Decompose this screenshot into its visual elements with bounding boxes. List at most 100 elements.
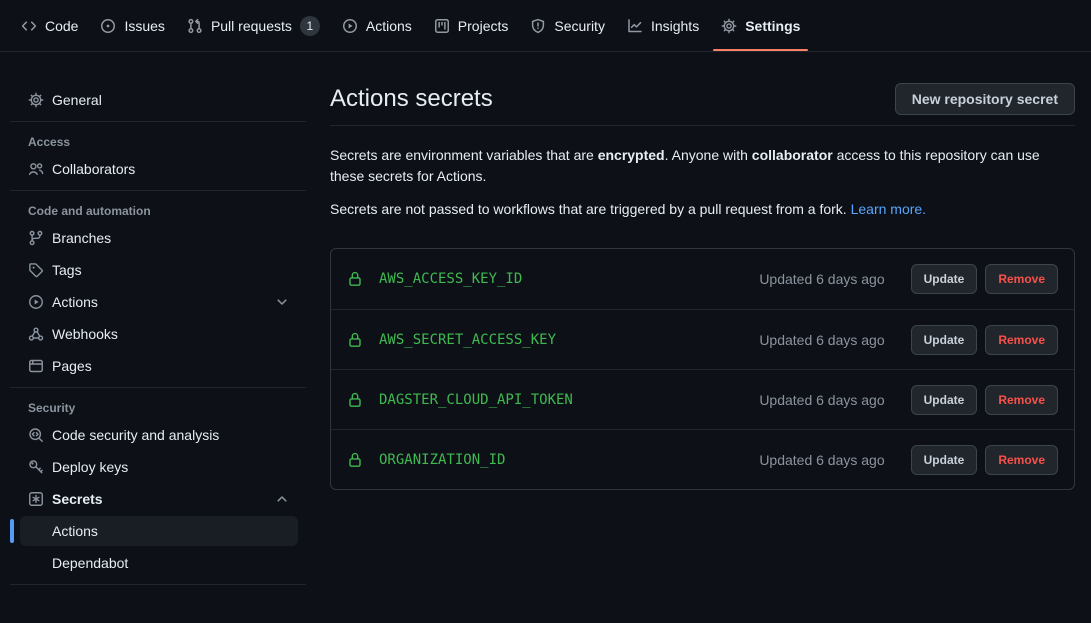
sidebar-item-label: Dependabot (52, 555, 128, 571)
sidebar-divider (10, 387, 306, 388)
lock-icon (347, 332, 363, 348)
sidebar-item-actions[interactable]: Actions (20, 287, 298, 317)
secret-name: DAGSTER_CLOUD_API_TOKEN (379, 392, 573, 408)
remove-button[interactable]: Remove (985, 264, 1058, 294)
pull-requests-count-badge: 1 (300, 16, 320, 36)
key-asterisk-icon (28, 491, 44, 507)
tab-label: Code (45, 18, 78, 34)
tab-insights[interactable]: Insights (619, 0, 707, 51)
remove-button[interactable]: Remove (985, 445, 1058, 475)
gear-icon (28, 92, 44, 108)
fork-note: Secrets are not passed to workflows that… (330, 199, 1075, 220)
sidebar-item-tags[interactable]: Tags (20, 255, 298, 285)
sidebar-item-label: Secrets (52, 491, 103, 507)
sidebar-section-security: Security (20, 394, 298, 420)
sidebar-item-secrets[interactable]: Secrets (20, 484, 298, 514)
secret-actions: Update Remove (911, 445, 1058, 475)
sidebar-item-label: Branches (52, 230, 111, 246)
secret-updated: Updated 6 days ago (759, 332, 884, 348)
issue-opened-icon (100, 18, 116, 34)
update-button[interactable]: Update (911, 325, 978, 355)
settings-sidebar: General Access Collaborators Code and au… (0, 52, 330, 623)
lock-icon (347, 271, 363, 287)
sidebar-item-label: Deploy keys (52, 459, 128, 475)
secret-row: AWS_ACCESS_KEY_ID Updated 6 days ago Upd… (331, 249, 1074, 309)
description-text: Secrets are environment variables that a… (330, 147, 598, 163)
tab-projects[interactable]: Projects (426, 0, 517, 51)
chevron-up-icon (274, 491, 290, 507)
shield-icon (530, 18, 546, 34)
secret-updated: Updated 6 days ago (759, 271, 884, 287)
update-button[interactable]: Update (911, 385, 978, 415)
sidebar-item-label: Actions (52, 523, 98, 539)
secret-actions: Update Remove (911, 385, 1058, 415)
secret-updated: Updated 6 days ago (759, 392, 884, 408)
update-button[interactable]: Update (911, 264, 978, 294)
play-icon (28, 294, 44, 310)
sidebar-section-access: Access (20, 128, 298, 154)
sidebar-divider (10, 584, 306, 585)
graph-icon (627, 18, 643, 34)
tab-issues[interactable]: Issues (92, 0, 172, 51)
sidebar-item-deploy-keys[interactable]: Deploy keys (20, 452, 298, 482)
main-content: Actions secrets New repository secret Se… (330, 52, 1091, 623)
learn-more-link[interactable]: Learn more. (851, 201, 926, 217)
tab-label: Pull requests (211, 18, 292, 34)
git-pull-request-icon (187, 18, 203, 34)
lock-icon (347, 452, 363, 468)
page-header: Actions secrets New repository secret (330, 83, 1075, 126)
secret-row: AWS_SECRET_ACCESS_KEY Updated 6 days ago… (331, 309, 1074, 369)
sidebar-divider (10, 121, 306, 122)
sidebar-item-label: Tags (52, 262, 82, 278)
sidebar-item-label: General (52, 92, 102, 108)
secret-actions: Update Remove (911, 325, 1058, 355)
repo-nav: Code Issues Pull requests 1 Actions Proj… (0, 0, 1091, 52)
people-icon (28, 161, 44, 177)
description-bold-encrypted: encrypted (598, 147, 665, 163)
secret-name: ORGANIZATION_ID (379, 452, 505, 468)
sidebar-item-secrets-actions[interactable]: Actions (20, 516, 298, 546)
secret-row: ORGANIZATION_ID Updated 6 days ago Updat… (331, 429, 1074, 489)
secret-name: AWS_ACCESS_KEY_ID (379, 271, 522, 287)
project-icon (434, 18, 450, 34)
page-title: Actions secrets (330, 83, 493, 115)
tab-security[interactable]: Security (522, 0, 613, 51)
sidebar-item-branches[interactable]: Branches (20, 223, 298, 253)
tab-label: Issues (124, 18, 164, 34)
sidebar-item-label: Actions (52, 294, 98, 310)
sidebar-divider (10, 190, 306, 191)
secret-updated: Updated 6 days ago (759, 452, 884, 468)
tab-label: Actions (366, 18, 412, 34)
new-repository-secret-button[interactable]: New repository secret (895, 83, 1075, 115)
sidebar-item-collaborators[interactable]: Collaborators (20, 154, 298, 184)
play-icon (342, 18, 358, 34)
description-text: . Anyone with (665, 147, 752, 163)
description-bold-collaborator: collaborator (752, 147, 833, 163)
browser-icon (28, 358, 44, 374)
chevron-down-icon (274, 294, 290, 310)
tab-settings[interactable]: Settings (713, 0, 808, 51)
update-button[interactable]: Update (911, 445, 978, 475)
remove-button[interactable]: Remove (985, 385, 1058, 415)
sidebar-item-code-security[interactable]: Code security and analysis (20, 420, 298, 450)
secrets-list: AWS_ACCESS_KEY_ID Updated 6 days ago Upd… (330, 248, 1075, 490)
tab-code[interactable]: Code (13, 0, 86, 51)
sidebar-item-label: Pages (52, 358, 92, 374)
tab-label: Insights (651, 18, 699, 34)
key-icon (28, 459, 44, 475)
sidebar-item-pages[interactable]: Pages (20, 351, 298, 381)
codescan-icon (28, 427, 44, 443)
sidebar-section-code-automation: Code and automation (20, 197, 298, 223)
sidebar-item-webhooks[interactable]: Webhooks (20, 319, 298, 349)
tag-icon (28, 262, 44, 278)
secret-actions: Update Remove (911, 264, 1058, 294)
tab-actions[interactable]: Actions (334, 0, 420, 51)
tab-pull-requests[interactable]: Pull requests 1 (179, 0, 328, 51)
tab-label: Security (554, 18, 605, 34)
secret-name: AWS_SECRET_ACCESS_KEY (379, 332, 556, 348)
sidebar-item-general[interactable]: General (20, 85, 298, 115)
tab-label: Settings (745, 18, 800, 34)
code-icon (21, 18, 37, 34)
remove-button[interactable]: Remove (985, 325, 1058, 355)
sidebar-item-secrets-dependabot[interactable]: Dependabot (20, 548, 298, 578)
